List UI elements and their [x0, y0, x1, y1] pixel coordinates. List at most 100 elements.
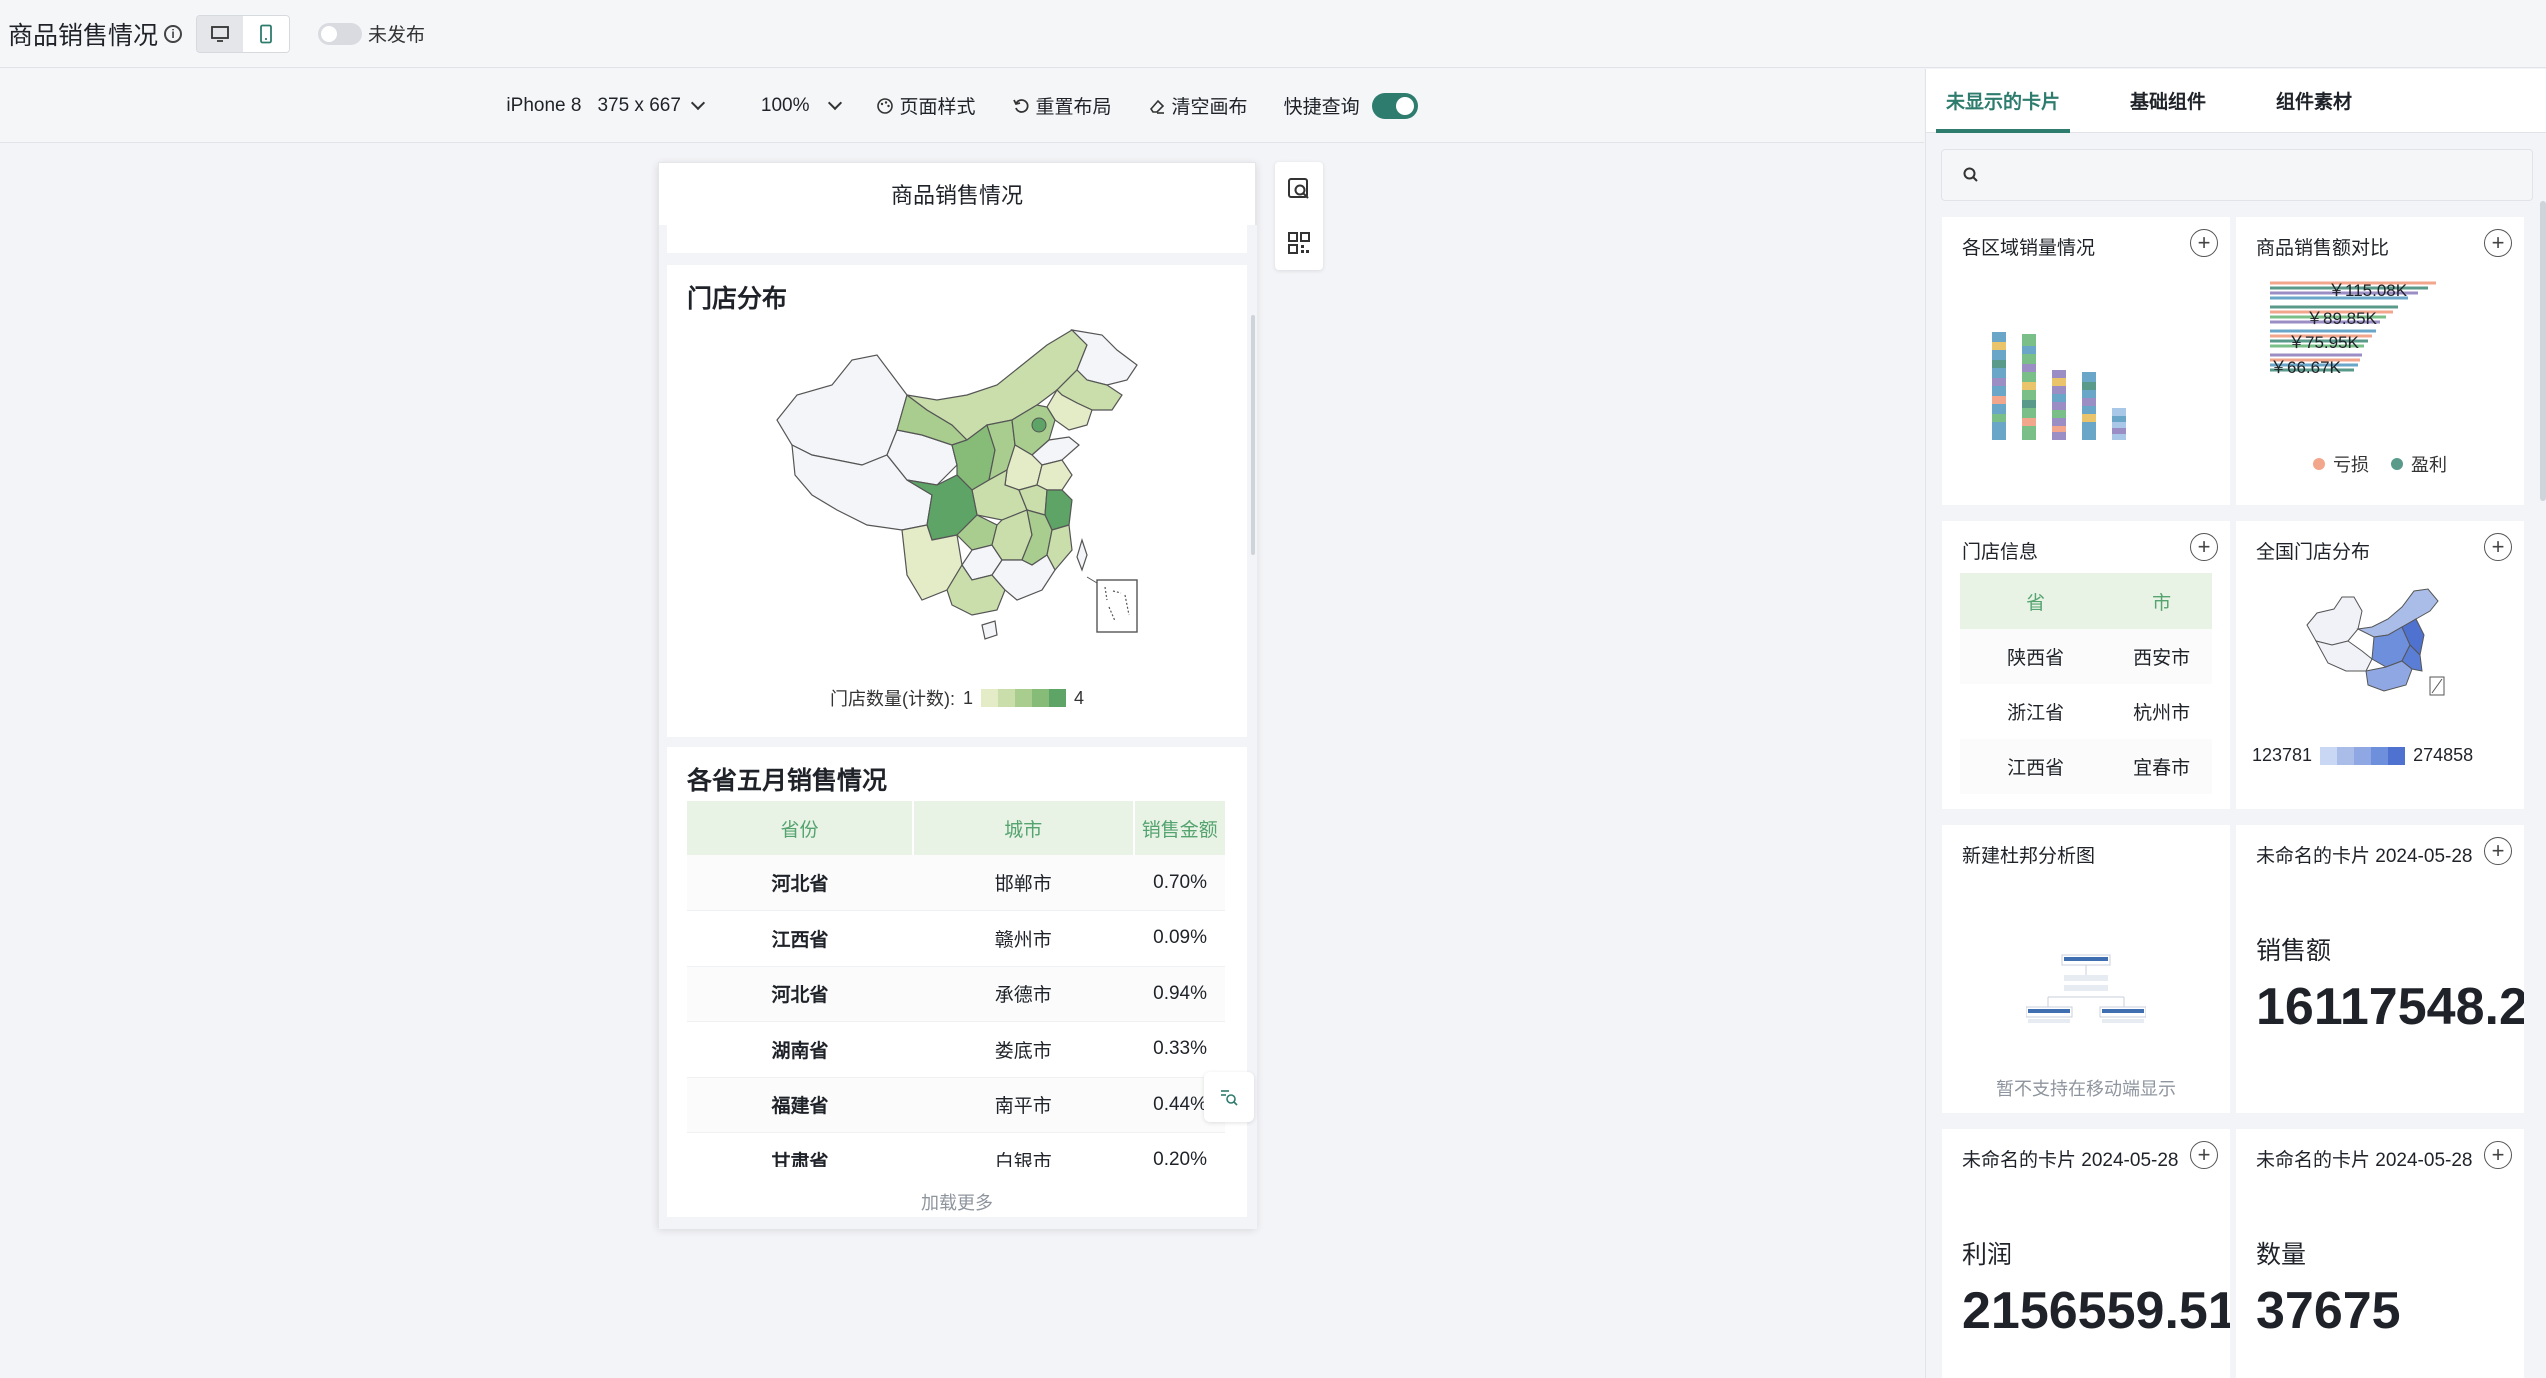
page-style-button[interactable]: 页面样式	[876, 92, 976, 119]
tab-hidden-cards[interactable]: 未显示的卡片	[1935, 69, 2071, 133]
legend-dot-profit	[2391, 458, 2403, 470]
legend-label: 门店数量(计数):	[829, 689, 955, 709]
qr-code-button[interactable]	[1275, 216, 1323, 270]
table-row[interactable]: 福建省 南平市 0.44%	[687, 1077, 1225, 1133]
add-card-button[interactable]: +	[2484, 837, 2512, 865]
store-map-card[interactable]: 门店分布 门店数量(计数): 1 4	[667, 265, 1247, 737]
bar-value-label: ￥115.08K	[2328, 281, 2408, 300]
cell-sales: 0.09%	[1133, 910, 1225, 967]
card-title: 门店分布	[687, 285, 788, 313]
panel-tabs: 未显示的卡片 基础组件 组件素材	[1926, 69, 2546, 133]
reset-icon	[1012, 98, 1029, 113]
legend-swatch	[2320, 746, 2338, 765]
panel-search-input[interactable]	[1941, 149, 2533, 201]
compare-legend: 亏损 盈利	[2236, 451, 2524, 477]
legend-max: 4	[1074, 687, 1085, 708]
cell-province: 江西省	[1960, 739, 2112, 794]
map-legend: 门店数量(计数): 1 4	[667, 685, 1247, 711]
china-choropleth-map[interactable]	[757, 325, 1157, 655]
clear-canvas-button[interactable]: 清空画布	[1148, 92, 1248, 119]
table-row[interactable]: 湖南省 娄底市 0.33%	[687, 1021, 1225, 1078]
add-card-button[interactable]: +	[2190, 533, 2218, 561]
canvas-toolbar: iPhone 8 375 x 667 100% 页面样式 重置布局 清空画布 快…	[0, 69, 1924, 143]
table-row[interactable]: 河北省 承德市 0.94%	[687, 966, 1225, 1022]
column-header[interactable]: 省份	[687, 801, 914, 855]
card-zoom-button[interactable]	[1204, 1072, 1254, 1122]
bar-stack	[2082, 372, 2096, 440]
device-resolution: 375 x 667	[597, 94, 681, 116]
legend-swatch	[2371, 746, 2389, 765]
cell-sales: 0.70%	[1133, 855, 1225, 911]
table-row[interactable]: 江西省 赣州市 0.09%	[687, 910, 1225, 967]
cell-city: 杭州市	[2133, 703, 2191, 724]
add-card-button[interactable]: +	[2190, 229, 2218, 257]
card-dupont[interactable]: 新建杜邦分析图 暂不支持在移动端显示	[1942, 825, 2230, 1113]
cell-city: 南平市	[912, 1077, 1134, 1133]
cell-city: 宜春市	[2111, 739, 2212, 794]
card-metric-profit[interactable]: 未命名的卡片 2024-05-28 + 利润 2156559.51	[1942, 1129, 2230, 1378]
legend-color-bar	[2320, 746, 2406, 765]
table-header-row: 省 市	[1960, 573, 2212, 629]
desktop-view-button[interactable]	[197, 15, 244, 52]
tab-component-assets[interactable]: 组件素材	[2276, 69, 2352, 133]
cell-province: 浙江省	[2007, 703, 2065, 724]
province-sales-card[interactable]: 各省五月销售情况 省份 城市 销售金额 河北省 邯郸市 0.70% 江西省 赣州市 0.…	[667, 747, 1247, 1217]
preview-button[interactable]	[1275, 162, 1323, 216]
mobile-icon	[260, 24, 272, 43]
metric-label: 利润	[1962, 1241, 2013, 1269]
add-card-button[interactable]: +	[2484, 229, 2512, 257]
legend-swatch	[2354, 746, 2372, 765]
legend-swatch	[981, 689, 998, 707]
cell-province: 福建省	[687, 1077, 913, 1133]
publish-toggle[interactable]	[318, 22, 363, 45]
stacked-bar-thumbnail	[1992, 332, 2126, 440]
info-icon[interactable]: i	[164, 24, 183, 43]
card-clip: 未命名的卡片 2024-05-28 + 利润 2156559.51	[1942, 1129, 2230, 1378]
cell-province: 河北省	[687, 966, 913, 1022]
mobile-scrollbar[interactable]	[1251, 315, 1255, 555]
device-switch	[196, 14, 291, 53]
table-row: 陕西省 西安市	[1960, 629, 2212, 684]
mobile-page-body: 门店分布 门店数量(计数): 1 4 各省五月销售情况 省份 城市 销售金额 河…	[659, 225, 1257, 1229]
component-panel: 未显示的卡片 基础组件 组件素材 各区域销量情况 + 商品销售额对比 + ￥11…	[1925, 69, 2546, 1378]
chevron-down-icon	[690, 95, 705, 110]
preview-side-tools	[1275, 162, 1323, 270]
bar-value-label: ￥75.95K	[2288, 333, 2360, 352]
cell-sales: 0.94%	[1133, 966, 1225, 1022]
card-metric-sales[interactable]: 未命名的卡片 2024-05-28 + 销售额 16117548.23	[2236, 825, 2524, 1113]
reset-layout-button[interactable]: 重置布局	[1012, 92, 1112, 119]
add-card-button[interactable]: +	[2484, 533, 2512, 561]
card-sales-compare[interactable]: 商品销售额对比 + ￥115.08K ￥89.85K ￥75.95K ￥66.6…	[2236, 217, 2524, 505]
card-metric-quantity[interactable]: 未命名的卡片 2024-05-28 + 数量 37675	[2236, 1129, 2524, 1378]
tab-basic-components[interactable]: 基础组件	[2130, 69, 2206, 133]
load-more-link[interactable]: 加载更多	[667, 1189, 1247, 1215]
card-store-info[interactable]: 门店信息 + 省 市 陕西省 西安市 浙江省 杭州市 江西省 宜春市	[1942, 521, 2230, 809]
top-bar: 商品销售情况 i 未发布	[0, 0, 2546, 68]
legend-swatch	[998, 689, 1015, 707]
panel-scrollbar[interactable]	[2540, 201, 2546, 501]
quick-query-toggle[interactable]	[1371, 92, 1418, 119]
mobile-view-button[interactable]	[243, 15, 290, 52]
column-header[interactable]: 城市	[912, 801, 1135, 855]
card-title: 门店信息	[1962, 542, 2039, 563]
card-region-sales[interactable]: 各区域销量情况 +	[1942, 217, 2230, 505]
card-fragment	[667, 225, 1247, 253]
legend-color-bar	[981, 689, 1066, 707]
column-header[interactable]: 销售金额	[1133, 801, 1225, 855]
sales-table: 省份 城市 销售金额 河北省 邯郸市 0.70% 江西省 赣州市 0.09% 河北省 承德…	[687, 801, 1225, 1189]
add-card-button[interactable]: +	[2484, 1141, 2512, 1169]
add-card-button[interactable]: +	[2190, 1141, 2218, 1169]
card-clip: 全国门店分布 + 123781 274858	[2236, 521, 2524, 809]
table-row[interactable]: 河北省 邯郸市 0.70%	[687, 855, 1225, 911]
zoom-select[interactable]: 100%	[761, 95, 842, 117]
card-title: 全国门店分布	[2256, 542, 2371, 563]
cell-city: 邯郸市	[912, 855, 1134, 911]
dupont-tree-thumbnail	[2026, 954, 2146, 1023]
metric-label: 销售额	[2256, 937, 2332, 965]
palette-icon	[876, 97, 893, 114]
bar-value-label: ￥66.67K	[2270, 358, 2342, 377]
device-select[interactable]: iPhone 8 375 x 667	[506, 94, 705, 117]
mobile-page-header: 商品销售情况	[659, 163, 1255, 225]
card-title: 各省五月销售情况	[687, 767, 888, 795]
card-national-stores[interactable]: 全国门店分布 + 123781 274858	[2236, 521, 2524, 809]
